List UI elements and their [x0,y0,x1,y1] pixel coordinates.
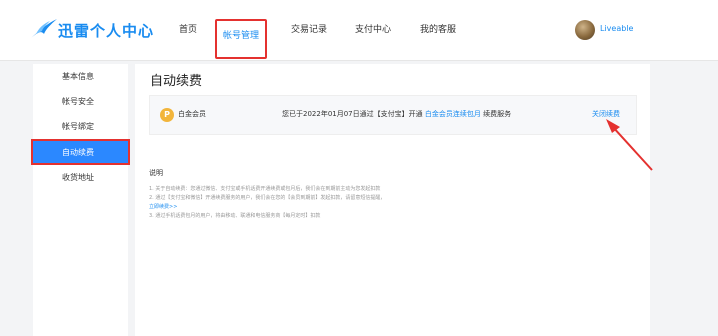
annotation-arrow-icon [606,119,653,171]
